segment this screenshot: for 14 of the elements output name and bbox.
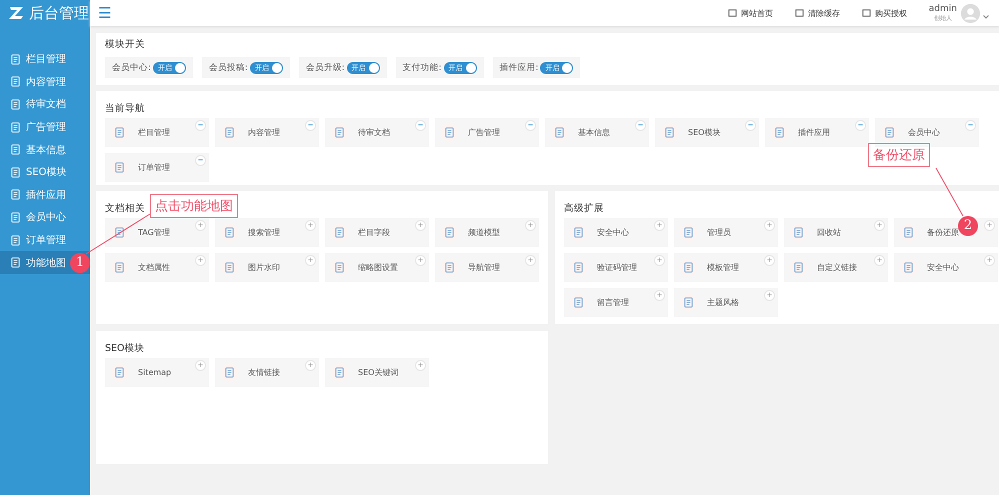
switch-label: 会员中心: (112, 62, 151, 74)
callout-tooltip: 备份还原 (868, 143, 930, 167)
switch-label: 会员升级: (306, 62, 345, 74)
panel-title: 当前导航 (105, 102, 145, 115)
switch-label: 插件应用: (500, 62, 538, 74)
panel-title: 高级扩展 (564, 202, 604, 215)
user-name: admin (928, 4, 957, 14)
panel-title: SEO模块 (105, 342, 145, 355)
callout-tooltip: 点击功能地图 (150, 194, 238, 218)
switch-label: 会员投稿: (208, 62, 248, 74)
logo-text: 后台管理 (29, 4, 89, 22)
switch-label: 支付功能: (402, 62, 442, 74)
panel-title: 模块开关 (105, 38, 146, 51)
panel-title: 文档相关 (105, 202, 145, 215)
